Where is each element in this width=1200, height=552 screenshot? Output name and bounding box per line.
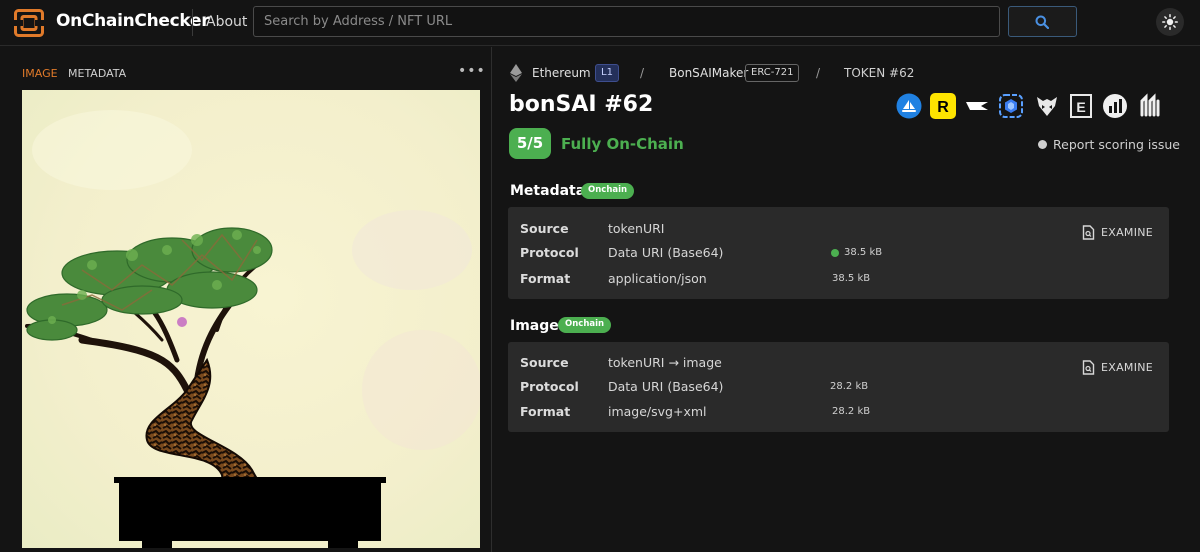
protocol-value: Data URI (Base64): [608, 379, 724, 394]
ethereum-icon: [510, 64, 522, 82]
search-input[interactable]: [253, 6, 1000, 37]
document-icon: [1082, 225, 1095, 240]
preview-panel: IMAGE METADATA •••: [0, 47, 492, 552]
breadcrumb-chain[interactable]: Ethereum: [532, 66, 591, 80]
theme-toggle-button[interactable]: [1156, 8, 1184, 36]
image-card: Source tokenURI → image Protocol Data UR…: [508, 342, 1169, 432]
header-divider: [192, 9, 193, 36]
source-value: tokenURI: [608, 221, 665, 236]
source-value: tokenURI → image: [608, 355, 722, 370]
format-key: Format: [520, 404, 571, 419]
source-key: Source: [520, 221, 569, 236]
image-section-title: Image: [510, 318, 559, 334]
document-icon: [1082, 360, 1095, 375]
examine-label: EXAMINE: [1101, 361, 1154, 374]
report-scoring-issue-link[interactable]: Report scoring issue: [1038, 137, 1180, 152]
etherscan-icon[interactable]: E: [1068, 93, 1094, 119]
logo-icon[interactable]: [14, 9, 44, 37]
dune-icon[interactable]: [1102, 93, 1128, 119]
breadcrumb-separator: /: [640, 66, 645, 80]
nft-title: bonSAI #62: [509, 92, 654, 117]
sun-icon: [1162, 14, 1178, 30]
foundation-icon[interactable]: [964, 93, 990, 119]
gear-icon: [1038, 140, 1047, 149]
search-button[interactable]: [1008, 6, 1077, 37]
score-label: Fully On-Chain: [561, 135, 684, 153]
score-badge: 5/5: [509, 128, 551, 159]
report-label: Report scoring issue: [1053, 137, 1180, 152]
status-dot: [831, 249, 839, 257]
svg-text:E: E: [1076, 99, 1085, 115]
looksrare-icon[interactable]: [998, 93, 1024, 119]
token-standard-badge: ERC-721: [745, 64, 800, 82]
metadata-section-title: Metadata: [510, 183, 586, 199]
onchain-badge: Onchain: [558, 317, 612, 333]
protocol-size: 28.2 kB: [830, 381, 869, 392]
x2y2-icon[interactable]: [1034, 93, 1060, 119]
breadcrumb-collection[interactable]: BonSAIMaker: [669, 66, 748, 80]
rarible-icon[interactable]: R: [930, 93, 956, 119]
chain-layer-badge: L1: [595, 64, 619, 82]
format-size: 38.5 kB: [832, 273, 871, 284]
opensea-icon[interactable]: [896, 93, 922, 119]
onchain-badge: Onchain: [581, 183, 635, 199]
top-bar: OnChainChecker About: [0, 0, 1200, 46]
protocol-value: Data URI (Base64): [608, 245, 724, 260]
about-link[interactable]: About: [206, 14, 247, 30]
format-value: image/svg+xml: [608, 404, 707, 419]
tab-metadata[interactable]: METADATA: [68, 67, 126, 80]
format-value: application/json: [608, 271, 707, 286]
format-size: 28.2 kB: [832, 406, 871, 417]
search-icon: [1035, 15, 1049, 29]
protocol-size: 38.5 kB: [844, 247, 883, 258]
breadcrumb-token: TOKEN #62: [844, 66, 915, 80]
magiceden-icon[interactable]: [1137, 93, 1163, 119]
source-key: Source: [520, 355, 569, 370]
nft-image: [22, 90, 480, 548]
brand-name[interactable]: OnChainChecker: [56, 11, 210, 31]
format-key: Format: [520, 271, 571, 286]
protocol-key: Protocol: [520, 379, 579, 394]
examine-label: EXAMINE: [1101, 226, 1154, 239]
svg-text:R: R: [937, 99, 949, 116]
more-options-button[interactable]: •••: [458, 63, 486, 79]
breadcrumb-separator: /: [816, 66, 821, 80]
metadata-card: Source tokenURI Protocol Data URI (Base6…: [508, 207, 1169, 299]
tab-image[interactable]: IMAGE: [22, 67, 58, 80]
protocol-key: Protocol: [520, 245, 579, 260]
